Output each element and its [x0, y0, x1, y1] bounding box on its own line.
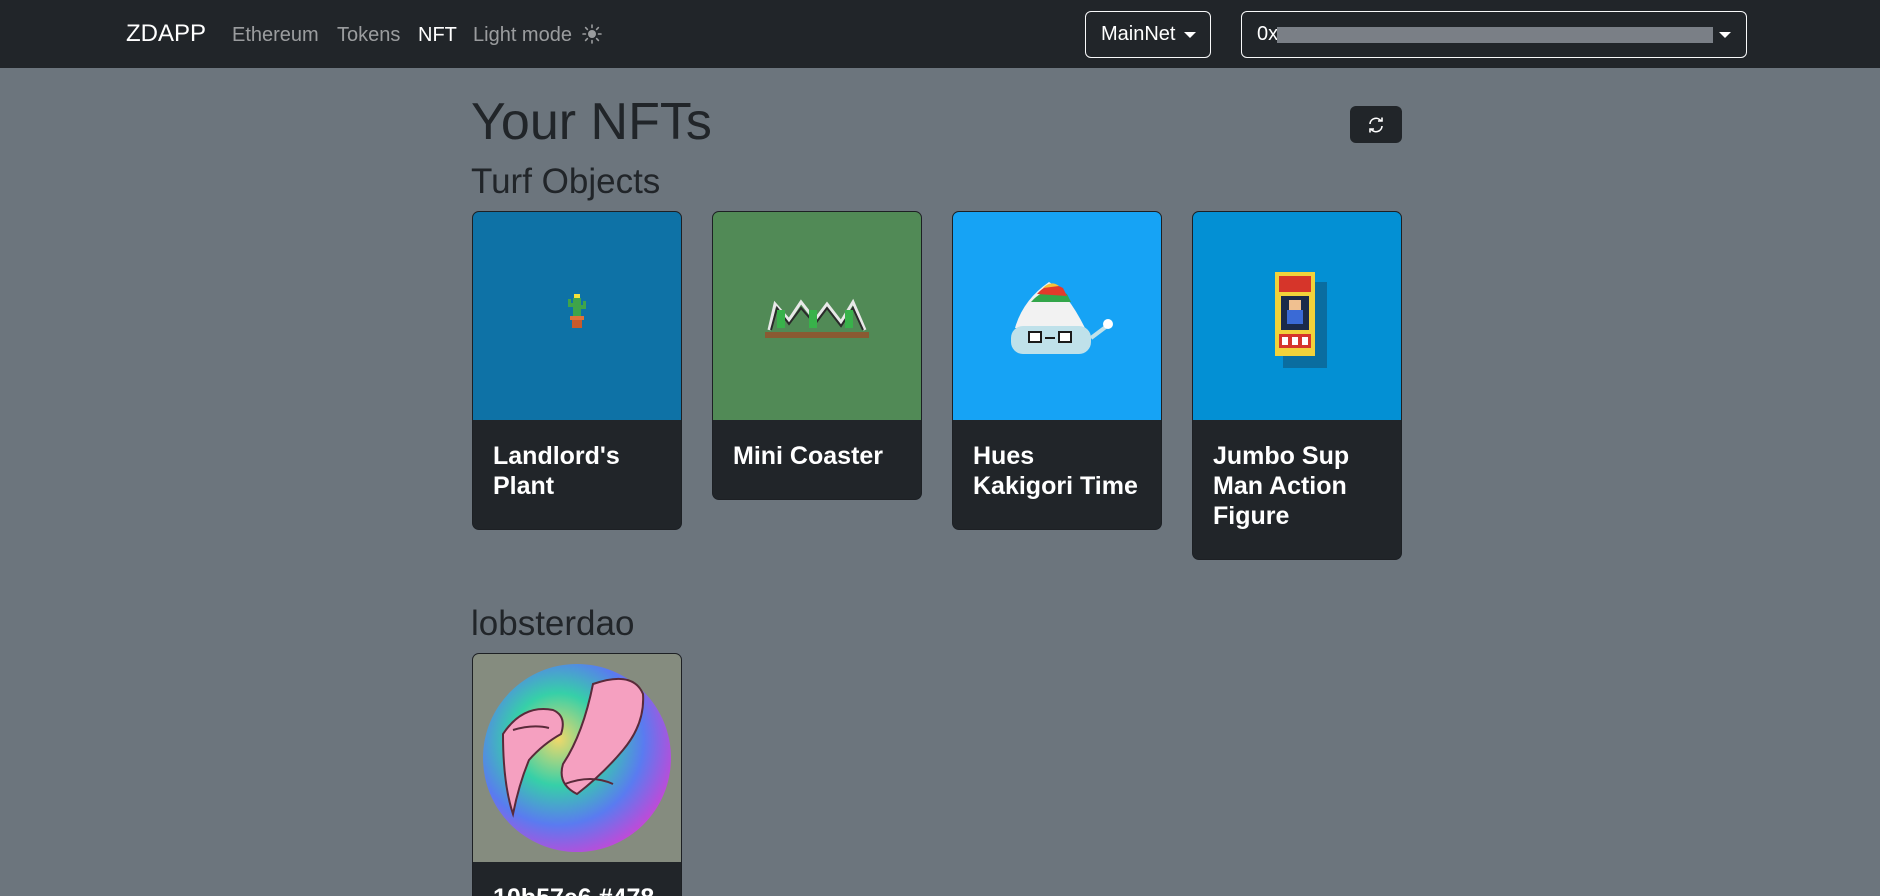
- nft-card-title: Mini Coaster: [733, 442, 884, 470]
- nft-image-cactus-pot: [473, 212, 681, 420]
- light-mode-label: Light mode: [473, 24, 572, 46]
- collection-title-lobsterdao: lobsterdao: [471, 604, 635, 643]
- network-label: MainNet: [1101, 23, 1176, 45]
- nft-card[interactable]: Hues Kakigori Time: [952, 211, 1162, 530]
- nft-card[interactable]: 10b57e6 #478: [472, 653, 682, 896]
- nft-card[interactable]: Jumbo Sup Man Action Figure: [1192, 211, 1402, 560]
- nft-image-shaved-ice-character: [953, 212, 1161, 420]
- account-dropdown[interactable]: 0x: [1241, 11, 1747, 58]
- chevron-down-icon: [1719, 32, 1731, 38]
- nft-image-boxed-action-figure: [1193, 212, 1401, 420]
- nft-card[interactable]: Landlord's Plant: [472, 211, 682, 530]
- nav-link-nft[interactable]: NFT: [418, 24, 457, 47]
- nft-card-title: Hues Kakigori Time: [973, 442, 1138, 500]
- top-navbar: ZDAPP Ethereum Tokens NFT Light mode Mai…: [0, 0, 1880, 68]
- refresh-icon: [1369, 117, 1383, 133]
- nft-card-title: Landlord's Plant: [493, 442, 620, 500]
- account-address-redacted: [1277, 27, 1713, 43]
- lobster-claws-orb-icon: [483, 664, 671, 852]
- brand-logo[interactable]: ZDAPP: [126, 20, 206, 48]
- nft-image-roller-coaster: [713, 212, 921, 420]
- nav-link-tokens[interactable]: Tokens: [337, 24, 400, 47]
- account-address-prefix: 0x: [1257, 23, 1279, 45]
- collection-title-turf-objects: Turf Objects: [471, 162, 661, 201]
- nft-image-lobster-claws-orb: [473, 654, 681, 862]
- page-title: Your NFTs: [471, 93, 712, 151]
- nft-card-title: 10b57e6 #478: [473, 862, 681, 896]
- nft-card[interactable]: Mini Coaster: [712, 211, 922, 500]
- chevron-down-icon: [1184, 32, 1196, 38]
- nav-link-light-mode[interactable]: Light mode: [473, 24, 602, 47]
- refresh-button[interactable]: [1350, 106, 1402, 143]
- cactus-pot-icon: [568, 294, 586, 328]
- nav-link-ethereum[interactable]: Ethereum: [232, 24, 319, 47]
- network-dropdown[interactable]: MainNet: [1085, 11, 1211, 58]
- boxed-action-figure-icon: [1275, 272, 1327, 368]
- roller-coaster-icon: [765, 298, 869, 338]
- shaved-ice-character-icon: [1011, 282, 1113, 354]
- sun-icon: [581, 24, 602, 44]
- nft-card-title: Jumbo Sup Man Action Figure: [1213, 442, 1350, 530]
